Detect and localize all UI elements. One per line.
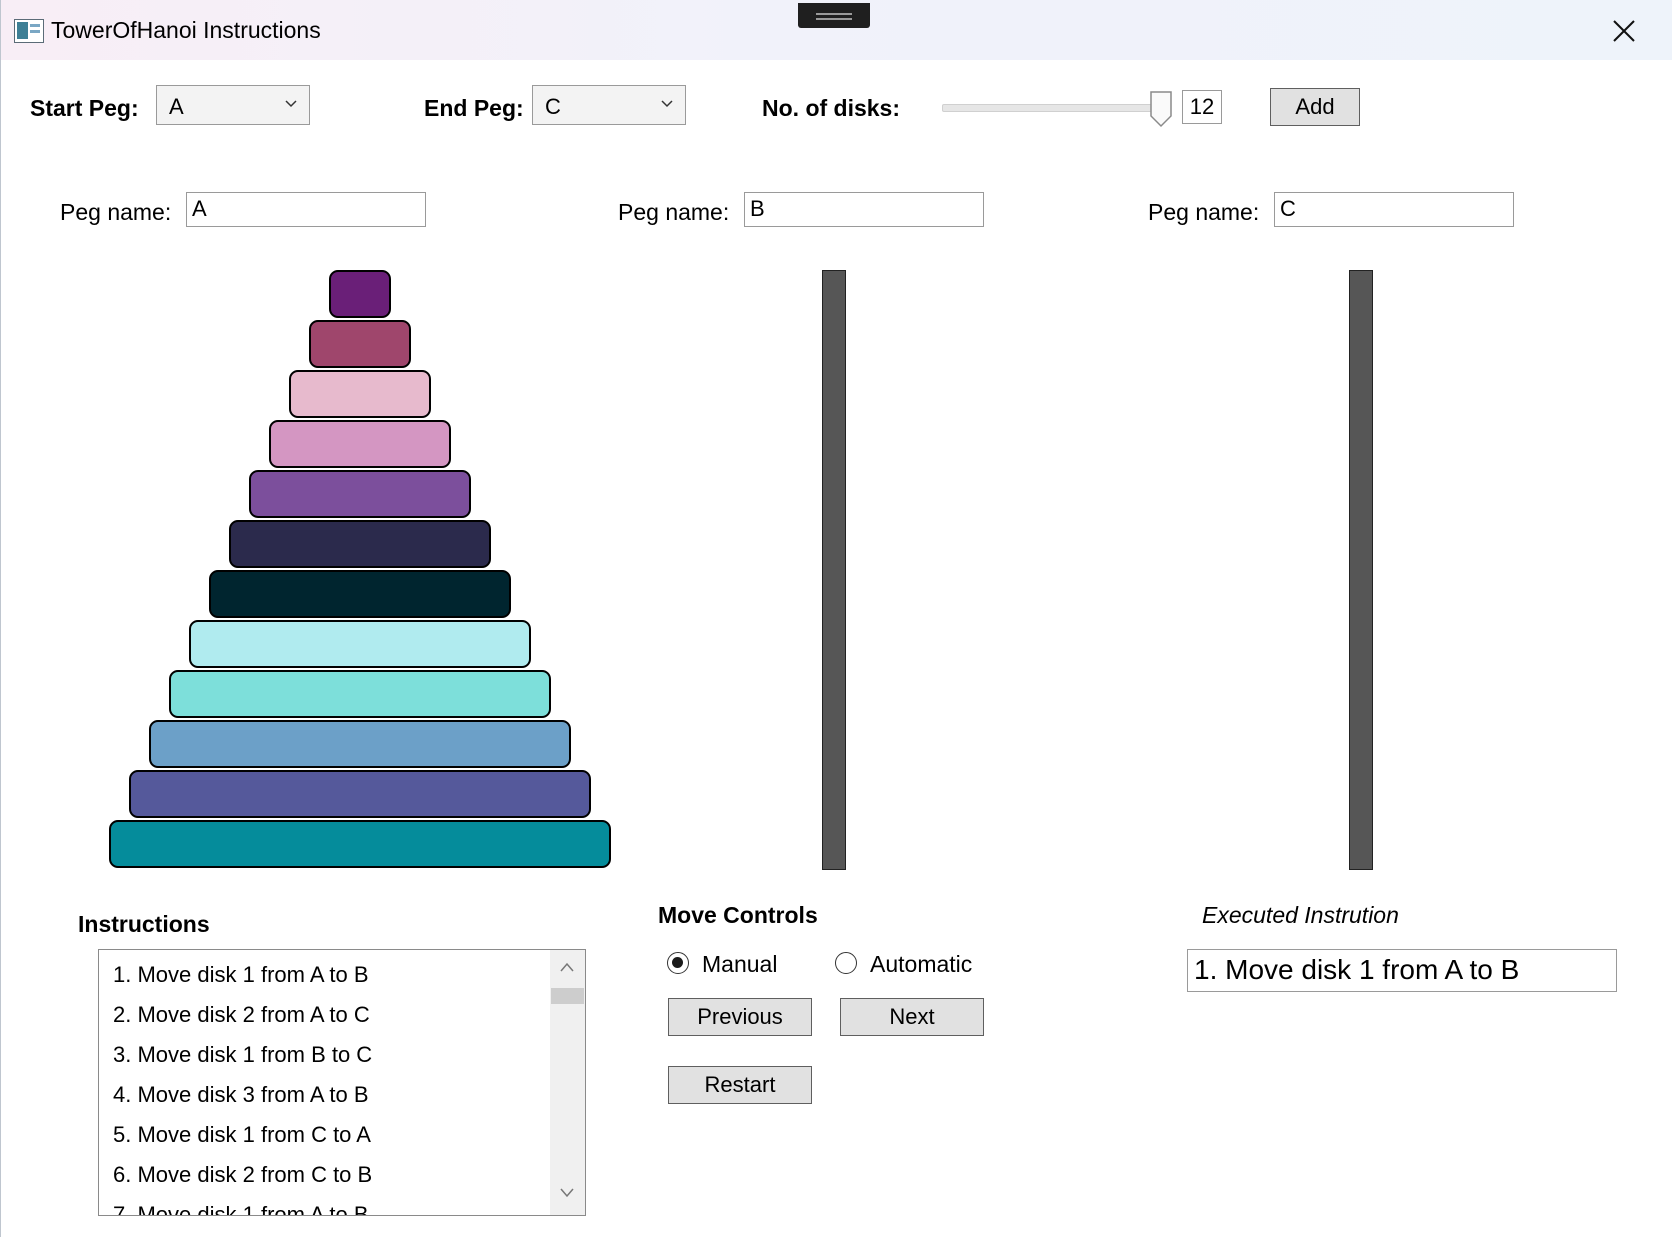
manual-label[interactable]: Manual xyxy=(702,951,777,978)
chevron-down-icon[interactable] xyxy=(559,1188,575,1198)
start-peg-label: Start Peg: xyxy=(30,95,139,121)
manual-radio[interactable] xyxy=(667,952,689,974)
disks-label: No. of disks: xyxy=(762,95,901,121)
close-icon xyxy=(1613,20,1635,42)
disks-count-field[interactable]: 12 xyxy=(1182,90,1222,124)
peg-b-name-input[interactable]: B xyxy=(744,192,984,227)
chevron-up-icon[interactable] xyxy=(559,962,575,972)
chevron-down-icon xyxy=(661,100,673,108)
automatic-label[interactable]: Automatic xyxy=(870,951,972,978)
instructions-heading: Instructions xyxy=(78,911,210,937)
chevron-down-icon xyxy=(285,100,297,108)
peg-a-name-input[interactable]: A xyxy=(186,192,426,227)
main-window: TowerOfHanoi Instructions Start Peg: A E… xyxy=(0,0,1672,1237)
start-peg-select[interactable]: A xyxy=(156,85,310,125)
executed-instruction-label: Executed Instrution xyxy=(1202,902,1399,928)
disk-7[interactable] xyxy=(209,570,511,618)
end-peg-select[interactable]: C xyxy=(532,85,686,125)
disk-5[interactable] xyxy=(249,470,471,518)
list-item[interactable]: 2. Move disk 2 from A to C xyxy=(113,1002,370,1028)
disk-8[interactable] xyxy=(189,620,531,668)
previous-button[interactable]: Previous xyxy=(668,998,812,1036)
scroll-thumb[interactable] xyxy=(551,988,584,1004)
disk-1[interactable] xyxy=(329,270,391,318)
add-button[interactable]: Add xyxy=(1270,88,1360,126)
disk-3[interactable] xyxy=(289,370,431,418)
peg-b-name-label: Peg name: xyxy=(618,199,730,225)
drag-handle[interactable] xyxy=(798,3,870,28)
next-button[interactable]: Next xyxy=(840,998,984,1036)
peg-c[interactable] xyxy=(1349,270,1373,870)
close-button[interactable] xyxy=(1601,10,1647,52)
executed-instruction-field: 1. Move disk 1 from A to B xyxy=(1187,949,1617,992)
list-item[interactable]: 1. Move disk 1 from A to B xyxy=(113,962,369,988)
end-peg-label: End Peg: xyxy=(424,95,524,121)
window-title: TowerOfHanoi Instructions xyxy=(51,17,321,43)
disk-12[interactable] xyxy=(109,820,611,868)
move-controls-heading: Move Controls xyxy=(658,902,818,928)
disk-11[interactable] xyxy=(129,770,591,818)
start-peg-value: A xyxy=(169,94,184,119)
peg-a-name-label: Peg name: xyxy=(60,199,172,225)
list-item[interactable]: 3. Move disk 1 from B to C xyxy=(113,1042,372,1068)
app-icon xyxy=(14,19,44,43)
list-item[interactable]: 7. Move disk 1 from A to B xyxy=(113,1202,369,1215)
instructions-scrollbar[interactable] xyxy=(550,950,585,1215)
slider-thumb[interactable] xyxy=(1149,90,1173,128)
peg-c-name-input[interactable]: C xyxy=(1274,192,1514,227)
disk-10[interactable] xyxy=(149,720,571,768)
automatic-radio[interactable] xyxy=(835,952,857,974)
list-item[interactable]: 4. Move disk 3 from A to B xyxy=(113,1082,369,1108)
radio-selected-dot xyxy=(672,957,683,968)
restart-button[interactable]: Restart xyxy=(668,1066,812,1104)
list-item[interactable]: 6. Move disk 2 from C to B xyxy=(113,1162,372,1188)
disk-2[interactable] xyxy=(309,320,411,368)
disk-4[interactable] xyxy=(269,420,451,468)
peg-b[interactable] xyxy=(822,270,846,870)
end-peg-value: C xyxy=(545,94,561,119)
disks-slider[interactable] xyxy=(942,104,1168,112)
peg-c-name-label: Peg name: xyxy=(1148,199,1260,225)
list-item[interactable]: 5. Move disk 1 from C to A xyxy=(113,1122,371,1148)
disk-6[interactable] xyxy=(229,520,491,568)
disk-9[interactable] xyxy=(169,670,551,718)
instructions-list[interactable]: 1. Move disk 1 from A to B 2. Move disk … xyxy=(98,949,586,1216)
